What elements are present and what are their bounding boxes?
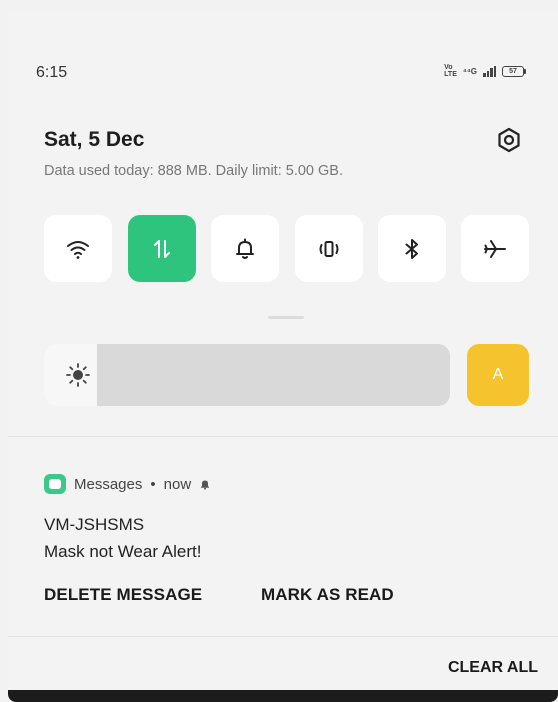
notification-text[interactable]: Mask not Wear Alert! bbox=[44, 542, 201, 562]
settings-gear-icon[interactable] bbox=[495, 126, 523, 154]
battery-icon: 57 bbox=[502, 65, 526, 77]
shade-bottom-edge bbox=[8, 690, 558, 702]
mobile-data-toggle[interactable] bbox=[128, 215, 196, 282]
bell-icon bbox=[236, 238, 254, 259]
volte-icon: Vo LTE bbox=[444, 64, 457, 78]
airplane-icon bbox=[484, 239, 506, 258]
status-bar: 6:15 Vo LTE ⁴⁴G 57 bbox=[36, 62, 526, 86]
network-type-label: ⁴⁴G bbox=[462, 66, 477, 76]
alerting-bell-icon bbox=[201, 480, 210, 490]
battery-level: 57 bbox=[502, 65, 524, 77]
status-icons: Vo LTE ⁴⁴G 57 bbox=[444, 64, 526, 78]
delete-message-button[interactable]: DELETE MESSAGE bbox=[44, 585, 202, 605]
airplane-mode-toggle[interactable] bbox=[461, 215, 529, 282]
sound-toggle[interactable] bbox=[211, 215, 279, 282]
brightness-slider[interactable] bbox=[44, 344, 450, 406]
brightness-sun-icon bbox=[66, 363, 90, 387]
drag-handle[interactable] bbox=[268, 316, 304, 319]
status-time: 6:15 bbox=[36, 64, 68, 81]
mark-as-read-button[interactable]: MARK AS READ bbox=[261, 585, 394, 605]
signal-icon bbox=[483, 65, 496, 77]
notification-header: Messages • now bbox=[44, 474, 211, 494]
data-usage-text: Data used today: 888 MB. Daily limit: 5.… bbox=[44, 163, 343, 179]
vibrate-toggle[interactable] bbox=[295, 215, 363, 282]
notification-title[interactable]: VM-JSHSMS bbox=[44, 515, 144, 535]
divider bbox=[8, 436, 558, 437]
notification-separator: • bbox=[150, 475, 156, 493]
wifi-toggle[interactable] bbox=[44, 215, 112, 282]
wifi-icon bbox=[67, 240, 89, 259]
vibrate-icon bbox=[319, 240, 339, 257]
mobile-data-icon bbox=[154, 239, 170, 258]
auto-brightness-button[interactable]: A bbox=[467, 344, 529, 406]
bluetooth-icon bbox=[405, 238, 418, 259]
divider bbox=[8, 636, 558, 637]
notification-app-name: Messages bbox=[74, 475, 143, 493]
date-label: Sat, 5 Dec bbox=[44, 128, 145, 151]
bluetooth-toggle[interactable] bbox=[378, 215, 446, 282]
notification-time: now bbox=[163, 475, 192, 493]
clear-all-button[interactable]: CLEAR ALL bbox=[448, 659, 538, 677]
messages-app-icon bbox=[44, 474, 66, 494]
